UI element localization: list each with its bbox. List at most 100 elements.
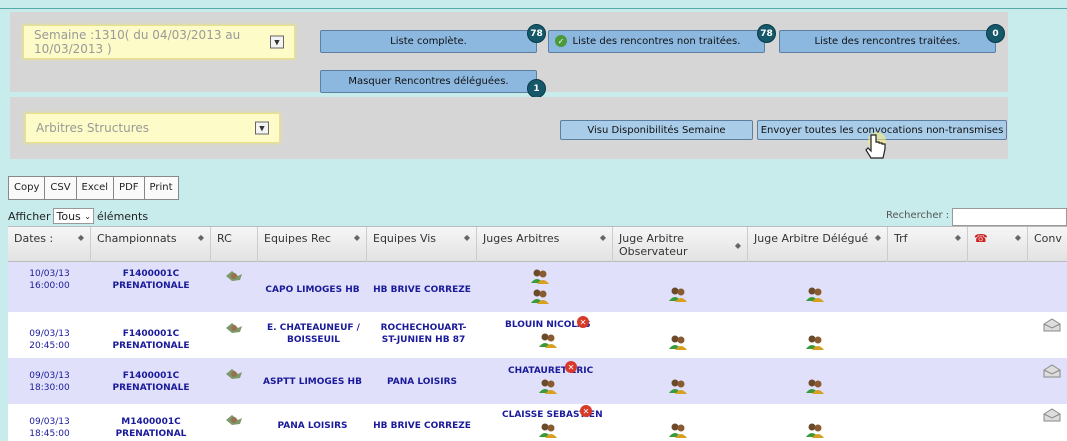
table-row[interactable]: 09/03/13 18:30:00 F1400001C PRENATIONALE A… (8, 358, 1067, 404)
people-icon[interactable] (668, 378, 688, 394)
row-championnat[interactable]: F1400001C PRENATIONALE (91, 328, 211, 352)
non-traitees-label: Liste des rencontres non traitées. (572, 36, 741, 47)
col-rc-label: RC (217, 232, 232, 245)
people-icon[interactable] (668, 286, 688, 302)
week-select-value: Semaine :1310( du 04/03/2013 au 10/03/20… (34, 28, 241, 56)
envelope-icon[interactable] (1043, 364, 1061, 378)
people-icon[interactable] (538, 378, 558, 394)
traitees-label: Liste des rencontres traitées. (814, 36, 961, 47)
pdf-button[interactable]: PDF (113, 176, 145, 200)
rc-icon[interactable] (224, 366, 244, 382)
row-championnat[interactable]: F1400001C PRENATIONALE (91, 370, 211, 394)
sort-icon: ◆ (954, 233, 961, 242)
sort-icon: ◆ (197, 233, 204, 242)
length-suffix: éléments (96, 209, 149, 223)
people-icon[interactable] (805, 334, 825, 350)
search-input[interactable] (952, 208, 1067, 226)
col-rc[interactable]: RC (211, 227, 258, 263)
col-juges-label: Juges Arbitres (483, 232, 560, 245)
phone-icon: ☎ (974, 232, 988, 245)
people-icon[interactable] (805, 422, 825, 438)
print-button[interactable]: Print (143, 176, 179, 200)
col-juges[interactable]: Juges Arbitres ◆ (477, 227, 613, 263)
length-control: Afficher Tous ⌄ éléments (8, 208, 148, 224)
chevron-down-icon: ⌄ (84, 211, 91, 221)
export-toolbar: Copy CSV Excel PDF Print (8, 176, 179, 200)
people-icon[interactable] (538, 422, 558, 438)
non-traitees-button[interactable]: ✓ Liste des rencontres non traitées. (548, 30, 765, 53)
row-date: 09/03/13 20:45:00 (29, 329, 70, 351)
row-equipe-vis[interactable]: ROCHECHOUART-ST-JUNIEN HB 87 (376, 322, 471, 346)
envelope-icon[interactable] (1043, 318, 1061, 332)
masquer-count-badge: 1 (527, 79, 546, 98)
table-row[interactable]: 10/03/13 16:00:00 F1400001C PRENATIONALE C… (8, 262, 1067, 312)
copy-button[interactable]: Copy (8, 176, 46, 200)
table-row[interactable]: 09/03/13 18:45:00 M1400001C PRENATIONAL PA… (8, 404, 1067, 441)
masquer-button[interactable]: Masquer Rencontres déléguées. (320, 70, 537, 93)
row-equipe-vis[interactable]: HB BRIVE CORREZE (367, 420, 477, 432)
people-icon[interactable] (530, 288, 550, 304)
visu-label: Visu Disponibilités Semaine (587, 124, 726, 136)
row-championnat[interactable]: F1400001C PRENATIONALE (91, 268, 211, 292)
row-juge[interactable]: CHATAURET ERIC (508, 366, 593, 376)
col-conv[interactable]: Conv (1028, 227, 1067, 263)
remove-icon[interactable]: ✕ (577, 316, 589, 328)
col-observateur-label: Juge Arbitre Observateur (619, 232, 688, 258)
search-label: Rechercher : (886, 210, 950, 221)
row-equipe-rec[interactable]: CAPO LIMOGES HB (258, 284, 367, 296)
week-select[interactable]: Semaine :1310( du 04/03/2013 au 10/03/20… (23, 25, 295, 59)
masquer-label: Masquer Rencontres déléguées. (348, 76, 509, 87)
liste-complete-button[interactable]: Liste complète. (320, 30, 537, 53)
people-icon[interactable] (668, 422, 688, 438)
arbitres-select-value: Arbitres Structures (36, 121, 149, 135)
length-value: Tous (56, 209, 81, 223)
table-header: Dates : ◆ Championnats ◆ RC Equipes Rec ◆ E… (8, 226, 1067, 263)
col-championnats[interactable]: Championnats ◆ (91, 227, 211, 263)
people-icon[interactable] (805, 286, 825, 302)
top-border (0, 8, 1067, 9)
sort-icon: ◆ (353, 233, 360, 242)
row-equipe-vis[interactable]: HB BRIVE CORREZE (367, 284, 477, 296)
non-traitees-count-badge: 78 (757, 24, 776, 43)
traitees-button[interactable]: Liste des rencontres traitées. (779, 30, 996, 53)
sort-icon: ◆ (77, 233, 84, 242)
sort-icon: ◆ (599, 233, 606, 242)
length-prefix: Afficher (8, 209, 51, 223)
row-equipe-rec[interactable]: E. CHATEAUNEUF / BOISSEUIL (266, 322, 361, 346)
rc-icon[interactable] (224, 320, 244, 336)
people-icon[interactable] (538, 332, 558, 348)
col-observateur[interactable]: Juge Arbitre Observateur ◆ (613, 227, 748, 263)
hand-cursor-icon (865, 132, 886, 159)
rc-icon[interactable] (224, 412, 244, 428)
remove-icon[interactable]: ✕ (580, 405, 592, 417)
col-trf[interactable]: Trf ◆ (888, 227, 968, 263)
col-phone[interactable]: ☎ ◆ (968, 227, 1028, 263)
row-equipe-rec[interactable]: ASPTT LIMOGES HB (258, 376, 367, 388)
excel-button[interactable]: Excel (75, 176, 115, 200)
arbitres-select[interactable]: Arbitres Structures ▼ (25, 113, 280, 143)
row-date: 09/03/13 18:30:00 (29, 371, 70, 393)
chevron-down-icon[interactable]: ▼ (270, 35, 284, 49)
people-icon[interactable] (668, 334, 688, 350)
remove-icon[interactable]: ✕ (565, 361, 577, 373)
length-select[interactable]: Tous ⌄ (53, 208, 94, 224)
col-dates[interactable]: Dates : ◆ (8, 227, 91, 263)
rc-icon[interactable] (224, 268, 244, 284)
col-conv-label: Conv (1034, 232, 1062, 245)
table-row[interactable]: 09/03/13 20:45:00 F1400001C PRENATIONALE E… (8, 312, 1067, 358)
envelope-icon[interactable] (1043, 408, 1061, 422)
chevron-down-icon[interactable]: ▼ (255, 121, 269, 135)
people-icon[interactable] (530, 268, 550, 284)
col-dates-label: Dates : (14, 232, 54, 245)
people-icon[interactable] (805, 378, 825, 394)
traitees-count-badge: 0 (986, 24, 1005, 43)
col-equipes-rec-label: Equipes Rec (264, 232, 331, 245)
col-delegue[interactable]: Juge Arbitre Délégué ◆ (748, 227, 888, 263)
row-championnat[interactable]: M1400001C PRENATIONAL (91, 416, 211, 440)
row-equipe-rec[interactable]: PANA LOISIRS (258, 420, 367, 432)
col-equipes-vis[interactable]: Equipes Vis ◆ (367, 227, 477, 263)
row-equipe-vis[interactable]: PANA LOISIRS (367, 376, 477, 388)
col-equipes-rec[interactable]: Equipes Rec ◆ (258, 227, 367, 263)
visu-disponibilites-button[interactable]: Visu Disponibilités Semaine (560, 120, 753, 140)
csv-button[interactable]: CSV (44, 176, 77, 200)
